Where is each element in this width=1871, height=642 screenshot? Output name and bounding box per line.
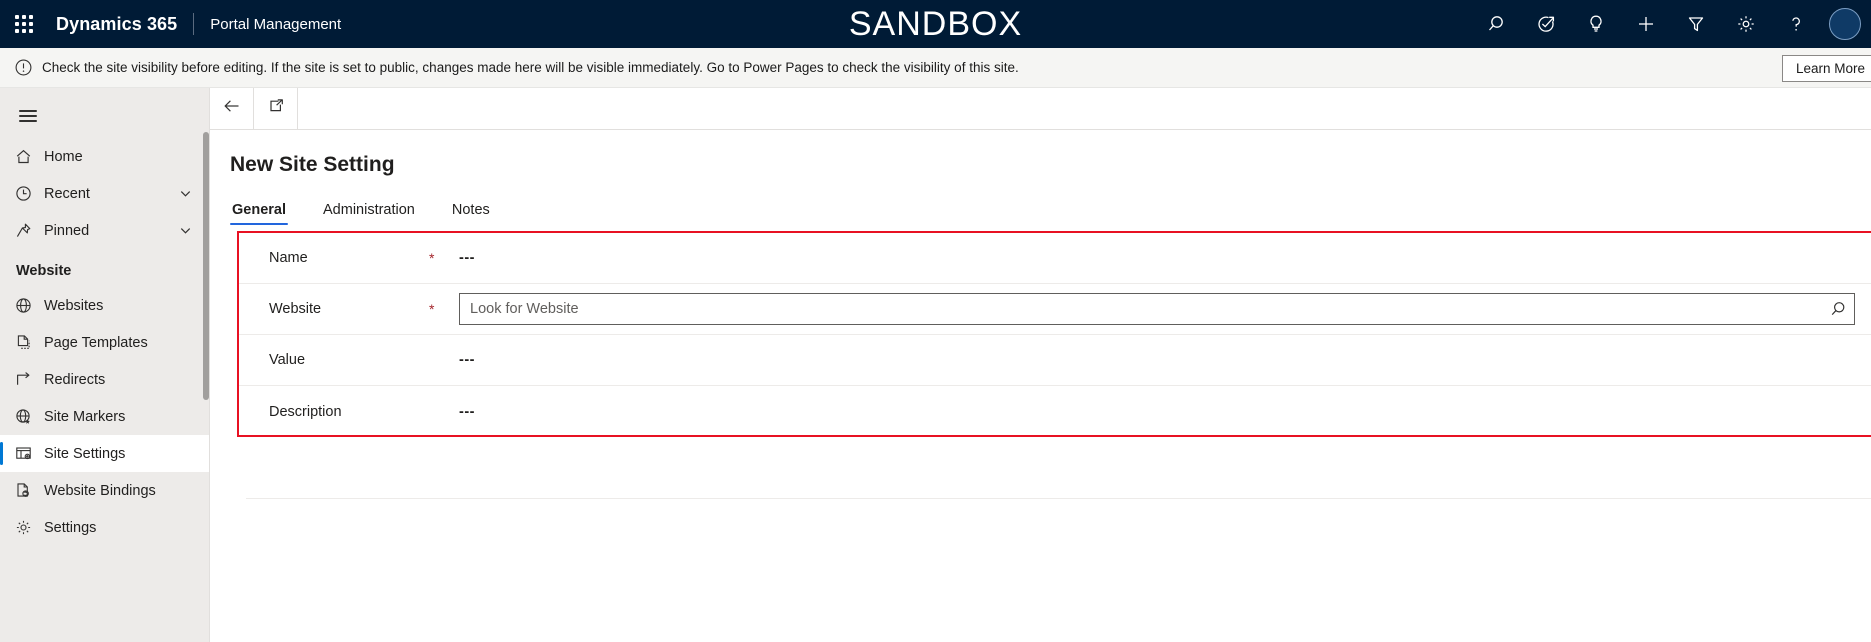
notification-message: Check the site visibility before editing… (42, 60, 1019, 75)
sidebar-item-site-markers[interactable]: Site Markers (0, 398, 209, 435)
sidebar-item-label: Website Bindings (44, 482, 156, 499)
search-button[interactable] (1471, 0, 1521, 48)
page-template-icon (14, 333, 44, 352)
new-record-button[interactable] (1621, 0, 1671, 48)
popout-icon (266, 96, 286, 121)
search-icon (1485, 13, 1507, 35)
lookup-search-icon[interactable] (1828, 299, 1848, 319)
back-arrow-icon (222, 96, 242, 121)
globe-icon (14, 296, 44, 315)
sidebar-item-websites[interactable]: Websites (0, 287, 209, 324)
open-in-new-window-button[interactable] (254, 88, 298, 129)
launch-check-icon (1535, 13, 1557, 35)
sidebar-navigation: Home Recent Pinned Website Websites Page… (0, 88, 210, 642)
tab-administration[interactable]: Administration (321, 202, 417, 225)
form-bottom-divider (246, 498, 1871, 499)
app-name-label[interactable]: Portal Management (210, 16, 341, 33)
help-button[interactable] (1771, 0, 1821, 48)
form-row-website: Website * (239, 284, 1871, 335)
app-launcher-button[interactable] (0, 0, 48, 48)
page-title: New Site Setting (230, 153, 395, 176)
sidebar-item-label: Site Settings (44, 445, 126, 462)
pin-icon (14, 221, 44, 240)
tab-notes[interactable]: Notes (450, 202, 492, 225)
clock-icon (14, 184, 44, 203)
chevron-down-icon[interactable] (178, 186, 193, 201)
sidebar-item-label: Settings (44, 519, 97, 536)
gear-icon (14, 518, 44, 537)
app-body: Home Recent Pinned Website Websites Page… (0, 88, 1871, 642)
top-navigation-bar: Dynamics 365 Portal Management SANDBOX (0, 0, 1871, 48)
command-bar-empty-area (298, 88, 1871, 129)
form-tab-list: General Administration Notes (210, 191, 1871, 225)
website-lookup-input[interactable] (470, 294, 1828, 324)
filter-icon (1685, 13, 1707, 35)
sidebar-item-redirects[interactable]: Redirects (0, 361, 209, 398)
gear-icon (1735, 13, 1757, 35)
form-row-name: Name * --- (239, 233, 1871, 284)
sidebar-item-label: Page Templates (44, 334, 148, 351)
form-row-value: Value --- (239, 335, 1871, 386)
sandbox-banner-text: SANDBOX (848, 4, 1023, 43)
learn-more-button[interactable]: Learn More (1781, 55, 1871, 82)
sidebar-scrollbar-track[interactable] (203, 110, 209, 642)
help-icon (1785, 13, 1807, 35)
sidebar-item-site-settings[interactable]: Site Settings (0, 435, 209, 472)
notification-bar: Check the site visibility before editing… (0, 48, 1871, 88)
sidebar-item-website-bindings[interactable]: Website Bindings (0, 472, 209, 509)
quick-launch-button[interactable] (1521, 0, 1571, 48)
name-field-label: Name (269, 250, 308, 266)
required-asterisk: * (429, 250, 435, 266)
description-field-label: Description (269, 403, 342, 420)
user-avatar-button[interactable] (1821, 0, 1871, 48)
plus-icon (1635, 13, 1657, 35)
sidebar-item-label: Pinned (44, 222, 90, 239)
filter-button[interactable] (1671, 0, 1721, 48)
sidebar-item-home[interactable]: Home (0, 138, 209, 175)
brand-title[interactable]: Dynamics 365 (56, 14, 177, 35)
settings-button[interactable] (1721, 0, 1771, 48)
website-lookup-field[interactable] (459, 293, 1855, 325)
sidebar-group-header: Website (16, 263, 72, 279)
sidebar-item-settings[interactable]: Settings (0, 509, 209, 546)
back-button[interactable] (210, 88, 254, 129)
sidebar-item-label: Redirects (44, 371, 106, 388)
sidebar-item-pinned[interactable]: Pinned (0, 212, 209, 249)
avatar (1829, 8, 1861, 40)
info-circle-icon (14, 58, 33, 77)
lightbulb-icon (1585, 13, 1607, 35)
website-binding-icon (14, 481, 44, 500)
hamburger-icon (19, 107, 37, 125)
sidebar-item-page-templates[interactable]: Page Templates (0, 324, 209, 361)
ideas-button[interactable] (1571, 0, 1621, 48)
globe-star-icon (14, 407, 44, 426)
chevron-down-icon[interactable] (178, 223, 193, 238)
value-field-label: Value (269, 352, 306, 368)
sidebar-item-recent[interactable]: Recent (0, 175, 209, 212)
description-field-value[interactable]: --- (459, 404, 475, 420)
command-bar (210, 88, 1871, 130)
brand-divider (193, 13, 195, 35)
waffle-icon (15, 15, 33, 33)
required-asterisk: * (429, 301, 435, 317)
sidebar-scrollbar-thumb[interactable] (203, 132, 209, 400)
sidebar-item-label: Recent (44, 185, 90, 202)
tab-general[interactable]: General (230, 202, 288, 225)
sitemap-toggle-button[interactable] (4, 94, 52, 138)
name-field-value[interactable]: --- (459, 250, 475, 266)
value-field-value[interactable]: --- (459, 352, 475, 368)
sidebar-item-label: Websites (44, 297, 104, 314)
home-icon (14, 147, 44, 166)
form-row-description: Description --- (239, 386, 1871, 437)
general-form-section: Name * --- Website * Value (237, 231, 1871, 437)
main-content-area: New Site Setting General Administration … (210, 88, 1871, 642)
sidebar-item-label: Site Markers (44, 408, 126, 425)
site-settings-icon (14, 444, 44, 463)
top-bar-icon-group (1471, 0, 1871, 48)
redirect-arrow-icon (14, 370, 44, 389)
website-field-label: Website (269, 301, 322, 317)
sidebar-item-label: Home (44, 148, 83, 165)
